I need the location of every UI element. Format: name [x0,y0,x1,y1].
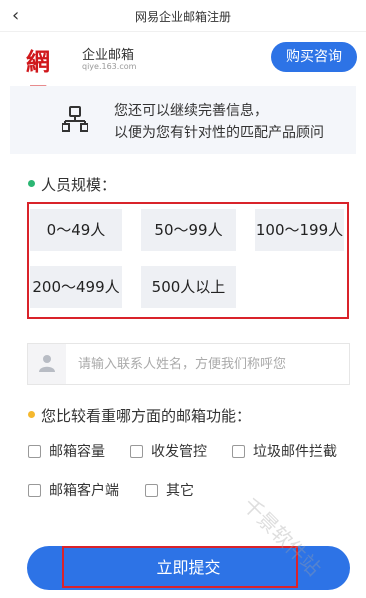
company-size-label: 人员规模： [28,174,116,195]
checkbox-icon[interactable] [145,483,158,497]
checkbox-icon[interactable] [28,444,41,458]
brand-domain: qiye.163.com [82,62,137,71]
size-option-100-199[interactable]: 100～199人 [255,209,344,251]
size-option-0-49[interactable]: 0～49人 [30,209,122,251]
feature-checkbox-capacity[interactable]: 邮箱容量 [28,441,105,461]
checkbox-icon[interactable] [28,483,41,497]
size-option-50-99[interactable]: 50～99人 [141,209,236,251]
buy-consult-button[interactable]: 购买咨询 [271,42,357,72]
checkbox-icon[interactable] [232,444,245,458]
info-text-line1: 您还可以继续完善信息， [114,103,268,119]
contact-name-field[interactable] [27,343,350,385]
info-banner: 您还可以继续完善信息， 以便为您有针对性的匹配产品顾问 [10,86,356,154]
features-label: 您比较看重哪方面的邮箱功能： [28,405,251,426]
top-bar: ‹ 网易企业邮箱注册 [0,0,366,32]
checkbox-icon[interactable] [130,444,143,458]
info-text-line2: 以便为您有针对性的匹配产品顾问 [114,125,324,141]
size-option-500-plus[interactable]: 500人以上 [141,266,236,308]
feature-checkbox-other[interactable]: 其它 [145,480,194,500]
yellow-dot-icon [28,411,35,418]
org-chart-icon [61,106,89,132]
page-title: 网易企业邮箱注册 [134,10,231,24]
contact-name-input[interactable] [70,344,346,384]
submit-button[interactable]: 立即提交 [27,546,350,590]
feature-checkbox-send-control[interactable]: 收发管控 [130,441,207,461]
feature-checkbox-mail-client[interactable]: 邮箱客户端 [28,480,119,500]
person-icon [28,344,66,384]
size-option-200-499[interactable]: 200～499人 [30,266,122,308]
feature-checkbox-spam-filter[interactable]: 垃圾邮件拦截 [232,441,337,461]
brand-name: 企业邮箱 [82,48,135,63]
green-dot-icon [28,180,35,187]
